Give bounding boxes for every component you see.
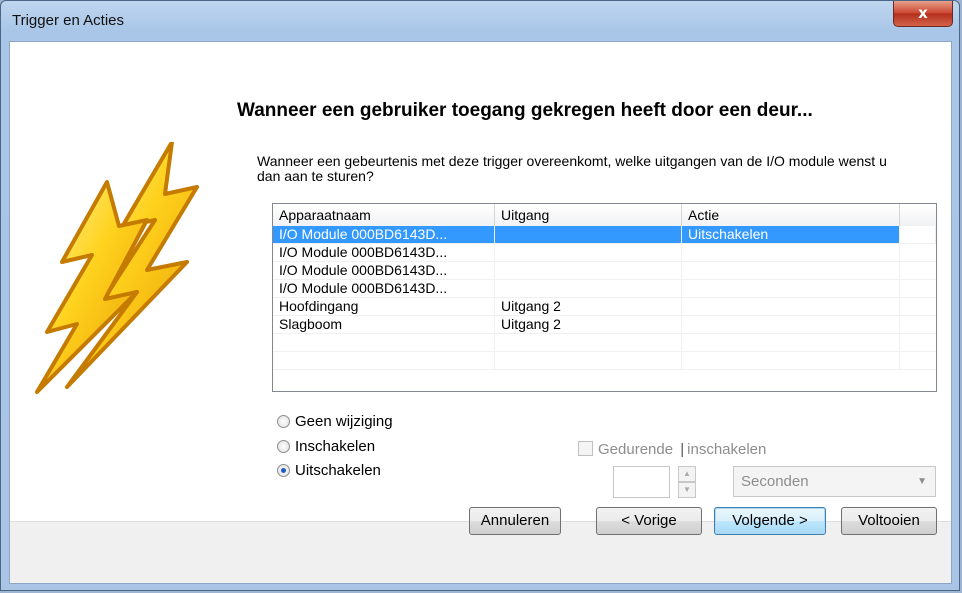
duration-checkbox[interactable] xyxy=(578,441,593,456)
unit-dropdown[interactable]: Seconden ▼ xyxy=(733,466,936,497)
table-row-empty xyxy=(273,334,936,352)
title-bar[interactable]: Trigger en Acties x xyxy=(1,1,959,41)
cell-action xyxy=(682,316,900,333)
table-row[interactable]: I/O Module 000BD6143D... xyxy=(273,280,936,298)
finish-button[interactable]: Voltooien xyxy=(841,507,937,535)
radio-button[interactable] xyxy=(277,440,290,453)
cursor-mark: | xyxy=(680,441,685,458)
dialog-content: Wanneer een gebruiker toegang gekregen h… xyxy=(9,41,952,584)
table-row[interactable]: Hoofdingang Uitgang 2 xyxy=(273,298,936,316)
lightning-bolts-icon xyxy=(35,142,199,394)
cell-device: Slagboom xyxy=(273,316,495,333)
cell-device: I/O Module 000BD6143D... xyxy=(273,280,495,297)
cell-empty xyxy=(900,226,936,243)
cancel-button[interactable]: Annuleren xyxy=(469,507,561,535)
output-table[interactable]: Apparaatnaam Uitgang Actie I/O Module 00… xyxy=(272,203,937,392)
cell-output xyxy=(495,280,682,297)
duration-checkbox-row[interactable]: Gedurende | inschakelen xyxy=(578,441,766,458)
spin-up-icon[interactable]: ▲ xyxy=(678,466,696,482)
radio-button[interactable] xyxy=(277,415,290,428)
cell-output: Uitgang 2 xyxy=(495,298,682,315)
table-row-empty xyxy=(273,352,936,370)
cell-action xyxy=(682,262,900,279)
cell-device: I/O Module 000BD6143D... xyxy=(273,226,495,243)
dialog-window: Trigger en Acties x Wanneer een gebruike… xyxy=(0,0,960,591)
cell-output: Uitgang 2 xyxy=(495,316,682,333)
previous-button[interactable]: < Vorige xyxy=(596,507,702,535)
cell-action: Uitschakelen xyxy=(682,226,900,243)
radio-geen-wijziging[interactable]: Geen wijziging xyxy=(277,413,393,431)
cell-action xyxy=(682,244,900,261)
radio-inschakelen[interactable]: Inschakelen xyxy=(277,438,375,456)
radio-uitschakelen[interactable]: Uitschakelen xyxy=(277,462,381,480)
cell-action xyxy=(682,280,900,297)
table-row[interactable]: I/O Module 000BD6143D... xyxy=(273,244,936,262)
table-row[interactable]: Slagboom Uitgang 2 xyxy=(273,316,936,334)
column-header-action[interactable]: Actie xyxy=(682,204,900,226)
duration-input[interactable] xyxy=(613,466,670,498)
chevron-down-icon: ▼ xyxy=(917,476,927,487)
cell-action xyxy=(682,298,900,315)
table-row[interactable]: I/O Module 000BD6143D... xyxy=(273,262,936,280)
page-heading: Wanneer een gebruiker toegang gekregen h… xyxy=(237,100,813,121)
close-button[interactable]: x xyxy=(893,1,953,27)
duration-suffix-label: inschakelen xyxy=(687,441,767,458)
cell-output xyxy=(495,226,682,243)
column-header-empty xyxy=(900,204,936,226)
table-header: Apparaatnaam Uitgang Actie xyxy=(273,204,936,227)
radio-button-checked[interactable] xyxy=(277,464,290,477)
table-row[interactable]: I/O Module 000BD6143D... Uitschakelen xyxy=(273,226,936,244)
spin-down-icon[interactable]: ▼ xyxy=(678,482,696,498)
page-description: Wanneer een gebeurtenis met deze trigger… xyxy=(257,153,887,184)
unit-dropdown-value: Seconden xyxy=(741,473,809,490)
cell-device: I/O Module 000BD6143D... xyxy=(273,262,495,279)
radio-label: Inschakelen xyxy=(295,438,376,455)
next-button[interactable]: Volgende > xyxy=(714,507,826,535)
window-title: Trigger en Acties xyxy=(12,12,124,29)
duration-checkbox-label: Gedurende xyxy=(598,441,674,458)
cell-output xyxy=(495,262,682,279)
column-header-device[interactable]: Apparaatnaam xyxy=(273,204,495,226)
cell-output xyxy=(495,244,682,261)
radio-label: Geen wijziging xyxy=(295,413,393,430)
cell-device: Hoofdingang xyxy=(273,298,495,315)
radio-label: Uitschakelen xyxy=(295,462,381,479)
cell-device: I/O Module 000BD6143D... xyxy=(273,244,495,261)
column-header-output[interactable]: Uitgang xyxy=(495,204,682,226)
